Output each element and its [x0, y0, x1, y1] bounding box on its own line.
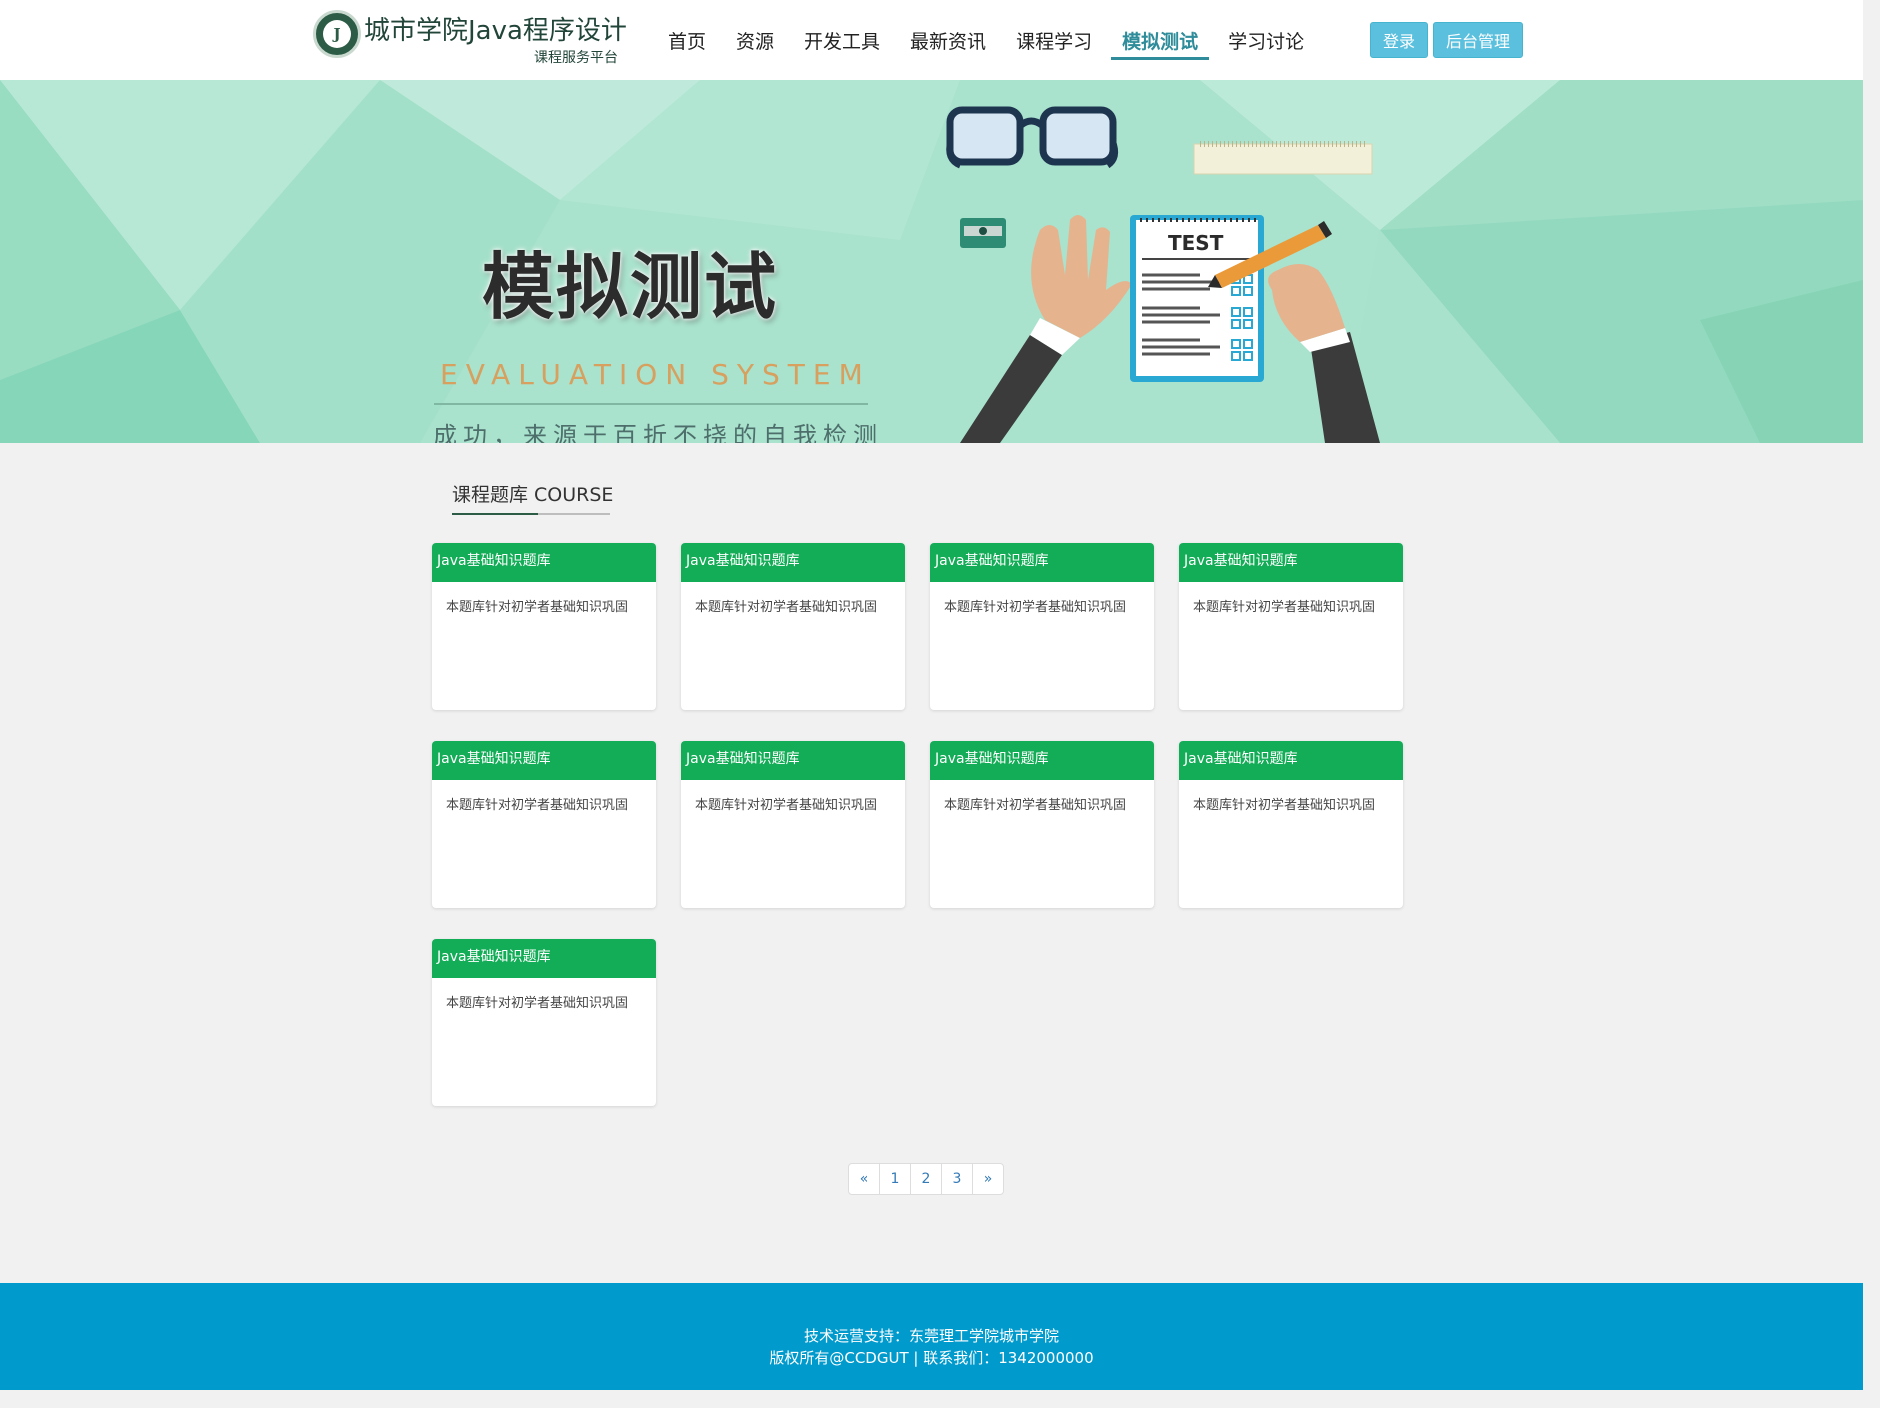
- course-card-title: Java基础知识题库: [681, 543, 905, 582]
- login-button[interactable]: 登录: [1370, 22, 1428, 58]
- pagination-page-3[interactable]: 3: [941, 1163, 973, 1195]
- course-card-description: 本题库针对初学者基础知识巩固: [446, 798, 629, 813]
- page: J 城市学院Java程序设计 课程服务平台 首页 资源 开发工具 最新资讯 课程…: [0, 0, 1863, 1408]
- footer-support-text: 技术运营支持：东莞理工学院城市学院: [803, 1327, 1059, 1345]
- site-subtitle: 课程服务平台: [534, 50, 618, 66]
- header: J 城市学院Java程序设计 课程服务平台 首页 资源 开发工具 最新资讯 课程…: [0, 0, 1863, 80]
- nav-item-resources[interactable]: 资源: [725, 0, 785, 80]
- course-card-title: Java基础知识题库: [432, 543, 656, 582]
- nav-item-dev-tools[interactable]: 开发工具: [793, 0, 891, 80]
- pagination-page-2[interactable]: 2: [910, 1163, 942, 1195]
- section-underline-accent: [452, 513, 538, 515]
- course-card[interactable]: Java基础知识题库 本题库针对初学者基础知识巩固: [432, 543, 656, 710]
- course-card-description: 本题库针对初学者基础知识巩固: [446, 996, 629, 1011]
- nav-item-mock-test[interactable]: 模拟测试: [1111, 0, 1210, 80]
- course-card-description: 本题库针对初学者基础知识巩固: [446, 600, 629, 615]
- course-card[interactable]: Java基础知识题库 本题库针对初学者基础知识巩固: [930, 741, 1154, 908]
- logo-glyph-icon: J: [323, 20, 351, 48]
- course-card-title: Java基础知识题库: [432, 939, 656, 978]
- course-card[interactable]: Java基础知识题库 本题库针对初学者基础知识巩固: [432, 939, 656, 1106]
- main-nav: 首页 资源 开发工具 最新资讯 课程学习 模拟测试 学习讨论: [657, 0, 1323, 80]
- course-card-description: 本题库针对初学者基础知识巩固: [695, 798, 878, 813]
- course-card[interactable]: Java基础知识题库 本题库针对初学者基础知识巩固: [1179, 543, 1403, 710]
- course-card-description: 本题库针对初学者基础知识巩固: [944, 600, 1127, 615]
- course-card[interactable]: Java基础知识题库 本题库针对初学者基础知识巩固: [930, 543, 1154, 710]
- banner-slogan: 成功，来源于百折不挠的自我检测: [433, 422, 883, 443]
- course-card-title: Java基础知识题库: [1179, 741, 1403, 780]
- course-card-description: 本题库针对初学者基础知识巩固: [1193, 798, 1376, 813]
- course-card[interactable]: Java基础知识题库 本题库针对初学者基础知识巩固: [681, 741, 905, 908]
- section-title: 课程题库 COURSE: [452, 484, 614, 506]
- hero-banner: TEST 模拟测试 EVALUATION SYSTEM 成功，来源于百折不挠的自…: [0, 80, 1863, 443]
- nav-item-discussion[interactable]: 学习讨论: [1217, 0, 1315, 80]
- banner-subtitle-en: EVALUATION SYSTEM: [440, 358, 871, 391]
- course-card-title: Java基础知识题库: [930, 543, 1154, 582]
- course-card-title: Java基础知识题库: [930, 741, 1154, 780]
- course-card-description: 本题库针对初学者基础知识巩固: [944, 798, 1127, 813]
- course-card-title: Java基础知识题库: [432, 741, 656, 780]
- course-card-title: Java基础知识题库: [681, 741, 905, 780]
- course-card[interactable]: Java基础知识题库 本题库针对初学者基础知识巩固: [432, 741, 656, 908]
- pagination-page-1[interactable]: 1: [879, 1163, 911, 1195]
- notepad-title: TEST: [1168, 231, 1224, 255]
- sharpener-icon: [960, 218, 1006, 248]
- pagination-prev[interactable]: «: [848, 1163, 880, 1195]
- pagination-next[interactable]: »: [972, 1163, 1004, 1195]
- admin-button[interactable]: 后台管理: [1433, 22, 1523, 58]
- pagination: « 1 2 3 »: [848, 1163, 1004, 1195]
- site-title[interactable]: 城市学院Java程序设计: [364, 10, 627, 47]
- banner-background: TEST: [0, 80, 1863, 443]
- scrollbar-gutter[interactable]: [1863, 0, 1880, 1408]
- course-card-description: 本题库针对初学者基础知识巩固: [695, 600, 878, 615]
- banner-title: 模拟测试: [482, 245, 779, 329]
- course-card[interactable]: Java基础知识题库 本题库针对初学者基础知识巩固: [1179, 741, 1403, 908]
- nav-item-course-study[interactable]: 课程学习: [1005, 0, 1103, 80]
- course-card-description: 本题库针对初学者基础知识巩固: [1193, 600, 1376, 615]
- test-notepad-icon: TEST: [1130, 215, 1264, 382]
- course-card-title: Java基础知识题库: [1179, 543, 1403, 582]
- nav-item-home[interactable]: 首页: [657, 0, 717, 80]
- ruler-icon: [1193, 141, 1373, 175]
- logo-emblem-icon[interactable]: J: [313, 10, 361, 58]
- footer: 技术运营支持：东莞理工学院城市学院 版权所有@CCDGUT | 联系我们：134…: [0, 1283, 1863, 1390]
- nav-item-news[interactable]: 最新资讯: [899, 0, 997, 80]
- banner-divider: [434, 403, 868, 405]
- course-card[interactable]: Java基础知识题库 本题库针对初学者基础知识巩固: [681, 543, 905, 710]
- footer-copyright-text: 版权所有@CCDGUT | 联系我们：1342000000: [769, 1349, 1094, 1367]
